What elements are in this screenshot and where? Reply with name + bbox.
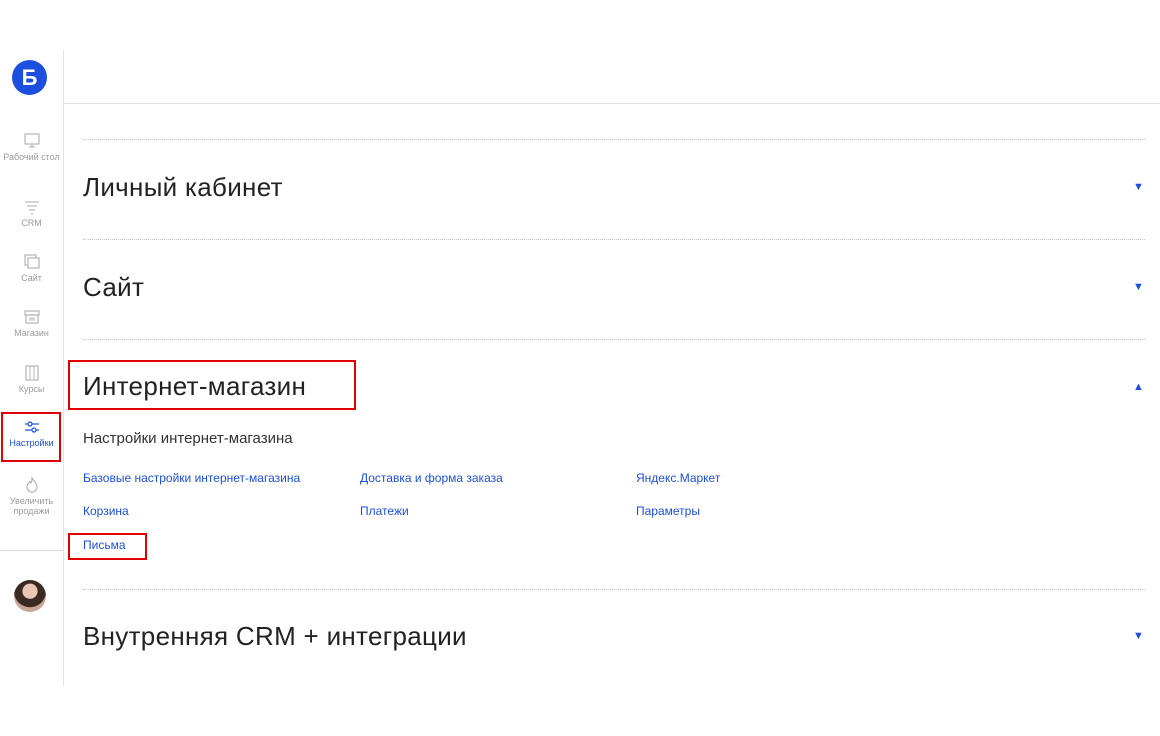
shop-settings-heading: Настройки интернет-магазина: [83, 430, 293, 447]
monitor-icon: [23, 133, 40, 148]
link-payments[interactable]: Платежи: [360, 504, 409, 518]
highlight-online-store: [68, 360, 356, 410]
section-divider: [83, 339, 1145, 340]
sidebar-item-label: Сайт: [21, 273, 42, 283]
link-yandex-market[interactable]: Яндекс.Маркет: [636, 471, 720, 485]
expand-arrow-icon[interactable]: ▼: [1133, 281, 1144, 293]
logo[interactable]: Б: [12, 60, 47, 95]
highlight-letters: [68, 533, 147, 560]
link-basic-settings[interactable]: Базовые настройки интернет-магазина: [83, 471, 300, 485]
section-divider: [83, 239, 1145, 240]
section-divider: [83, 139, 1145, 140]
avatar[interactable]: [14, 580, 46, 612]
sidebar-item-store[interactable]: Магазин: [0, 308, 63, 338]
sidebar-item-courses[interactable]: Курсы: [0, 364, 63, 394]
sidebar-item-desktop[interactable]: Рабочий стол: [0, 132, 63, 162]
sidebar-item-grow-sales[interactable]: Увеличить продажи: [0, 476, 63, 516]
sidebar-item-label: Курсы: [18, 384, 45, 394]
collapse-arrow-icon[interactable]: ▲: [1133, 381, 1144, 393]
section-title-site[interactable]: Сайт: [83, 272, 144, 303]
section-divider: [83, 589, 1145, 590]
highlight-settings: [1, 412, 61, 462]
sidebar: Б Рабочий стол CRM Сайт Магазин Курсы На…: [0, 50, 64, 686]
store-icon: [23, 310, 40, 324]
section-title-account[interactable]: Личный кабинет: [83, 172, 283, 203]
sidebar-item-site[interactable]: Сайт: [0, 253, 63, 283]
link-parameters[interactable]: Параметры: [636, 504, 700, 518]
pages-icon: [23, 254, 40, 269]
sidebar-item-label: CRM: [21, 218, 42, 228]
header-divider: [63, 103, 1160, 104]
books-icon: [24, 365, 39, 381]
section-title-crm-integrations[interactable]: Внутренняя CRM + интеграции: [83, 621, 467, 652]
sidebar-item-label: Рабочий стол: [3, 152, 60, 162]
link-delivery-order-form[interactable]: Доставка и форма заказа: [360, 471, 503, 485]
sidebar-item-label: Увеличить продажи: [9, 496, 54, 516]
expand-arrow-icon[interactable]: ▼: [1133, 181, 1144, 193]
sidebar-item-label: Магазин: [14, 328, 49, 338]
funnel-icon: [24, 201, 39, 215]
expand-arrow-icon[interactable]: ▼: [1133, 630, 1144, 642]
link-cart[interactable]: Корзина: [83, 504, 129, 518]
sidebar-item-crm[interactable]: CRM: [0, 198, 63, 228]
sidebar-divider: [0, 550, 63, 551]
fire-icon: [25, 476, 38, 493]
